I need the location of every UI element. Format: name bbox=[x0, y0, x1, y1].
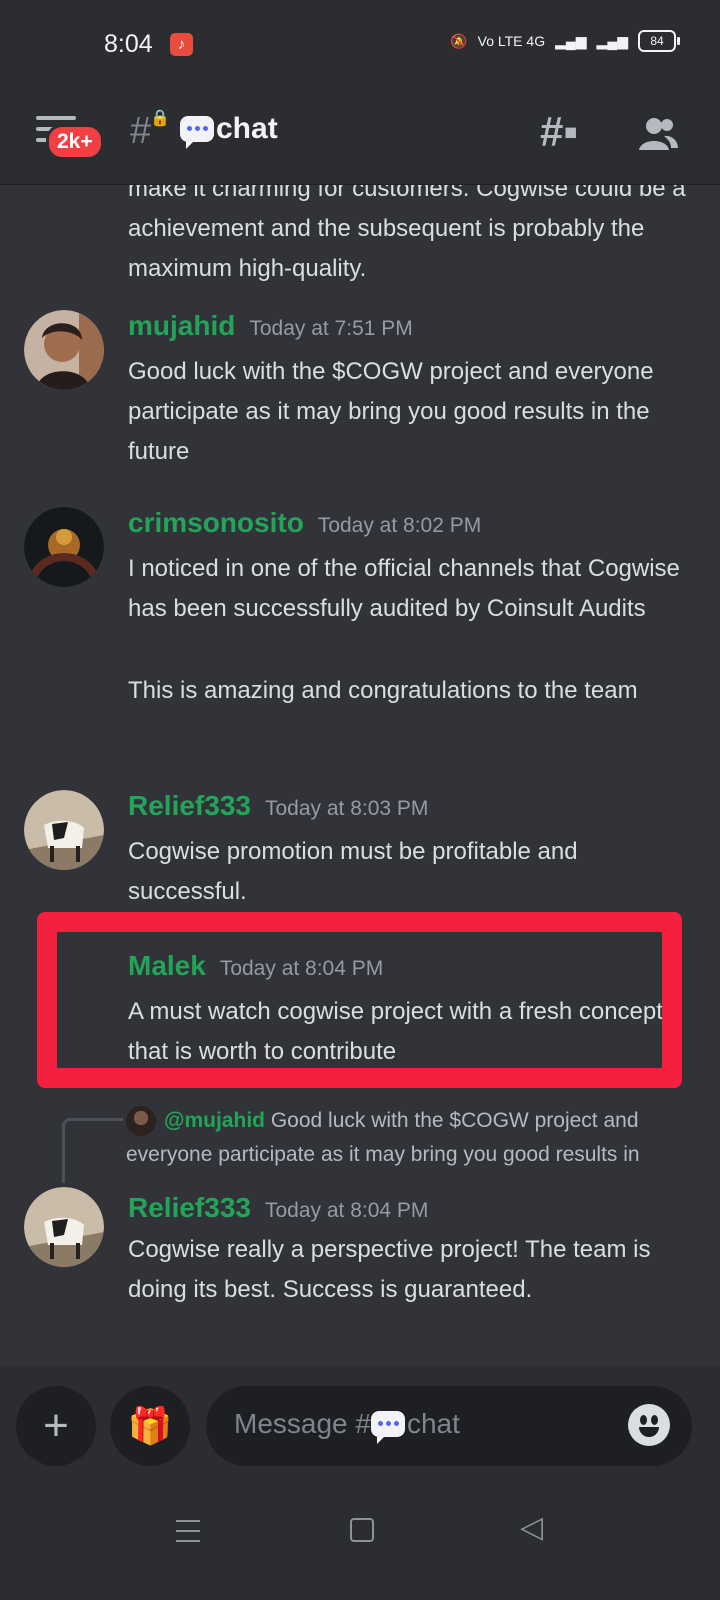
android-nav-bar: ◁ bbox=[0, 1488, 720, 1600]
speech-bubble-icon bbox=[370, 1411, 405, 1444]
threads-icon[interactable]: #▪ bbox=[540, 108, 578, 156]
signal-icon: ▂▄▆ bbox=[555, 32, 587, 49]
reply-mention[interactable]: @mujahid bbox=[164, 1109, 265, 1132]
speech-bubble-icon bbox=[180, 116, 214, 149]
message-input[interactable]: Message # chat bbox=[206, 1386, 692, 1466]
message-placeholder: Message # chat bbox=[234, 1408, 460, 1444]
avatar[interactable] bbox=[24, 790, 104, 870]
avatar[interactable] bbox=[24, 310, 104, 390]
recent-apps-icon[interactable] bbox=[176, 1520, 200, 1550]
message-timestamp: Today at 8:02 PM bbox=[317, 514, 482, 537]
status-time: 8:04 bbox=[104, 30, 153, 58]
lock-icon: 🔒 bbox=[150, 110, 170, 127]
channel-title[interactable]: chat bbox=[180, 112, 278, 149]
message-text: Cogwise promotion must be profitable and… bbox=[128, 838, 578, 905]
highlight-box bbox=[37, 912, 682, 1088]
emoji-icon[interactable] bbox=[628, 1404, 670, 1446]
message-text: Cogwise really a perspective project! Th… bbox=[128, 1236, 651, 1303]
home-icon[interactable] bbox=[350, 1518, 374, 1542]
network-labels: Vo LTE 4G bbox=[477, 33, 546, 49]
message-list[interactable]: make it charming for customers. Cogwise … bbox=[0, 185, 720, 1365]
message-composer: + 🎁 Message # chat bbox=[0, 1366, 720, 1488]
message-text: Good luck with the $COGW project and eve… bbox=[128, 358, 654, 465]
avatar[interactable] bbox=[24, 1187, 104, 1267]
message-author[interactable]: Relief333 Today at 8:03 PM bbox=[128, 790, 428, 822]
channel-hash-icon: # bbox=[130, 110, 152, 152]
message-timestamp: Today at 7:51 PM bbox=[249, 317, 413, 340]
back-icon[interactable]: ◁ bbox=[520, 1510, 543, 1545]
status-icons: 🔕 Vo LTE 4G ▂▄▆ ▂▄▆ 84 bbox=[450, 30, 680, 52]
partial-message: make it charming for customers. Cogwise … bbox=[128, 185, 686, 282]
message-text: This is amazing and congratulations to t… bbox=[128, 677, 638, 704]
avatar[interactable] bbox=[24, 507, 104, 587]
message-author[interactable]: mujahid Today at 7:51 PM bbox=[128, 310, 413, 342]
battery-icon: 84 bbox=[638, 30, 680, 52]
status-bar: 8:04 ♪ 🔕 Vo LTE 4G ▂▄▆ ▂▄▆ 84 bbox=[0, 0, 720, 88]
vibrate-icon: 🔕 bbox=[450, 32, 468, 49]
signal-icon-2: ▂▄▆ bbox=[596, 32, 628, 49]
reply-preview[interactable]: @mujahid Good luck with the $COGW projec… bbox=[126, 1104, 691, 1172]
channel-header: 2k+ # 🔒 chat #▪ bbox=[0, 88, 720, 185]
members-icon[interactable] bbox=[636, 112, 680, 156]
notification-badge: 2k+ bbox=[46, 124, 104, 160]
message-timestamp: Today at 8:04 PM bbox=[264, 1199, 429, 1222]
add-attachment-button[interactable]: + bbox=[16, 1386, 96, 1466]
music-app-icon: ♪ bbox=[170, 33, 193, 56]
message-author[interactable]: crimsonosito Today at 8:02 PM bbox=[128, 507, 481, 539]
message-text: I noticed in one of the official channel… bbox=[128, 555, 680, 622]
gift-button[interactable]: 🎁 bbox=[110, 1386, 190, 1466]
message-timestamp: Today at 8:03 PM bbox=[264, 797, 429, 820]
reply-connector bbox=[62, 1118, 123, 1183]
message-author[interactable]: Relief333 Today at 8:04 PM bbox=[128, 1192, 428, 1224]
channel-name: chat bbox=[216, 112, 278, 145]
